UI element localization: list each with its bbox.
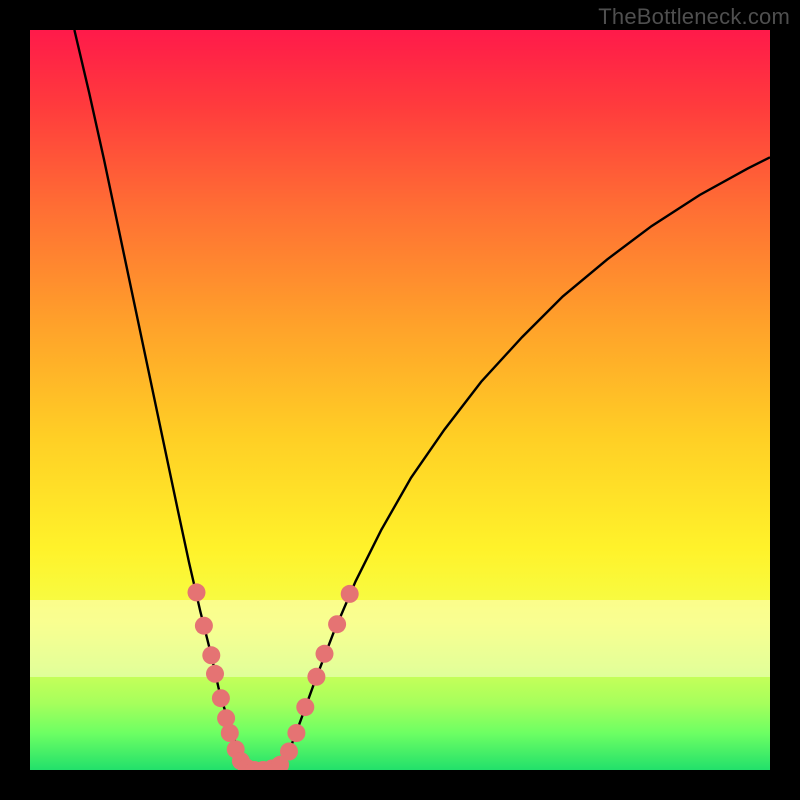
bottleneck-curve [74,30,770,770]
marker-dot [217,709,235,727]
marker-dot [328,615,346,633]
marker-dot [280,743,298,761]
plot-area [30,30,770,770]
marker-dot [254,761,272,770]
watermark-text: TheBottleneck.com [598,4,790,30]
marker-dot [341,585,359,603]
marker-dot [287,724,305,742]
marker-dot [188,583,206,601]
chart-svg [30,30,770,770]
marker-dot [271,756,289,770]
marker-group [188,583,359,770]
marker-dot [245,761,263,770]
marker-dot [263,760,281,771]
highlight-band [30,600,770,678]
chart-frame: TheBottleneck.com [0,0,800,800]
marker-dot [227,740,245,758]
marker-dot [206,665,224,683]
marker-dot [221,724,239,742]
marker-dot [238,759,256,770]
marker-dot [296,698,314,716]
marker-dot [212,689,230,707]
marker-dot [202,646,220,664]
marker-dot [232,752,250,770]
marker-dot [195,617,213,635]
marker-dot [307,668,325,686]
marker-dot [316,645,334,663]
